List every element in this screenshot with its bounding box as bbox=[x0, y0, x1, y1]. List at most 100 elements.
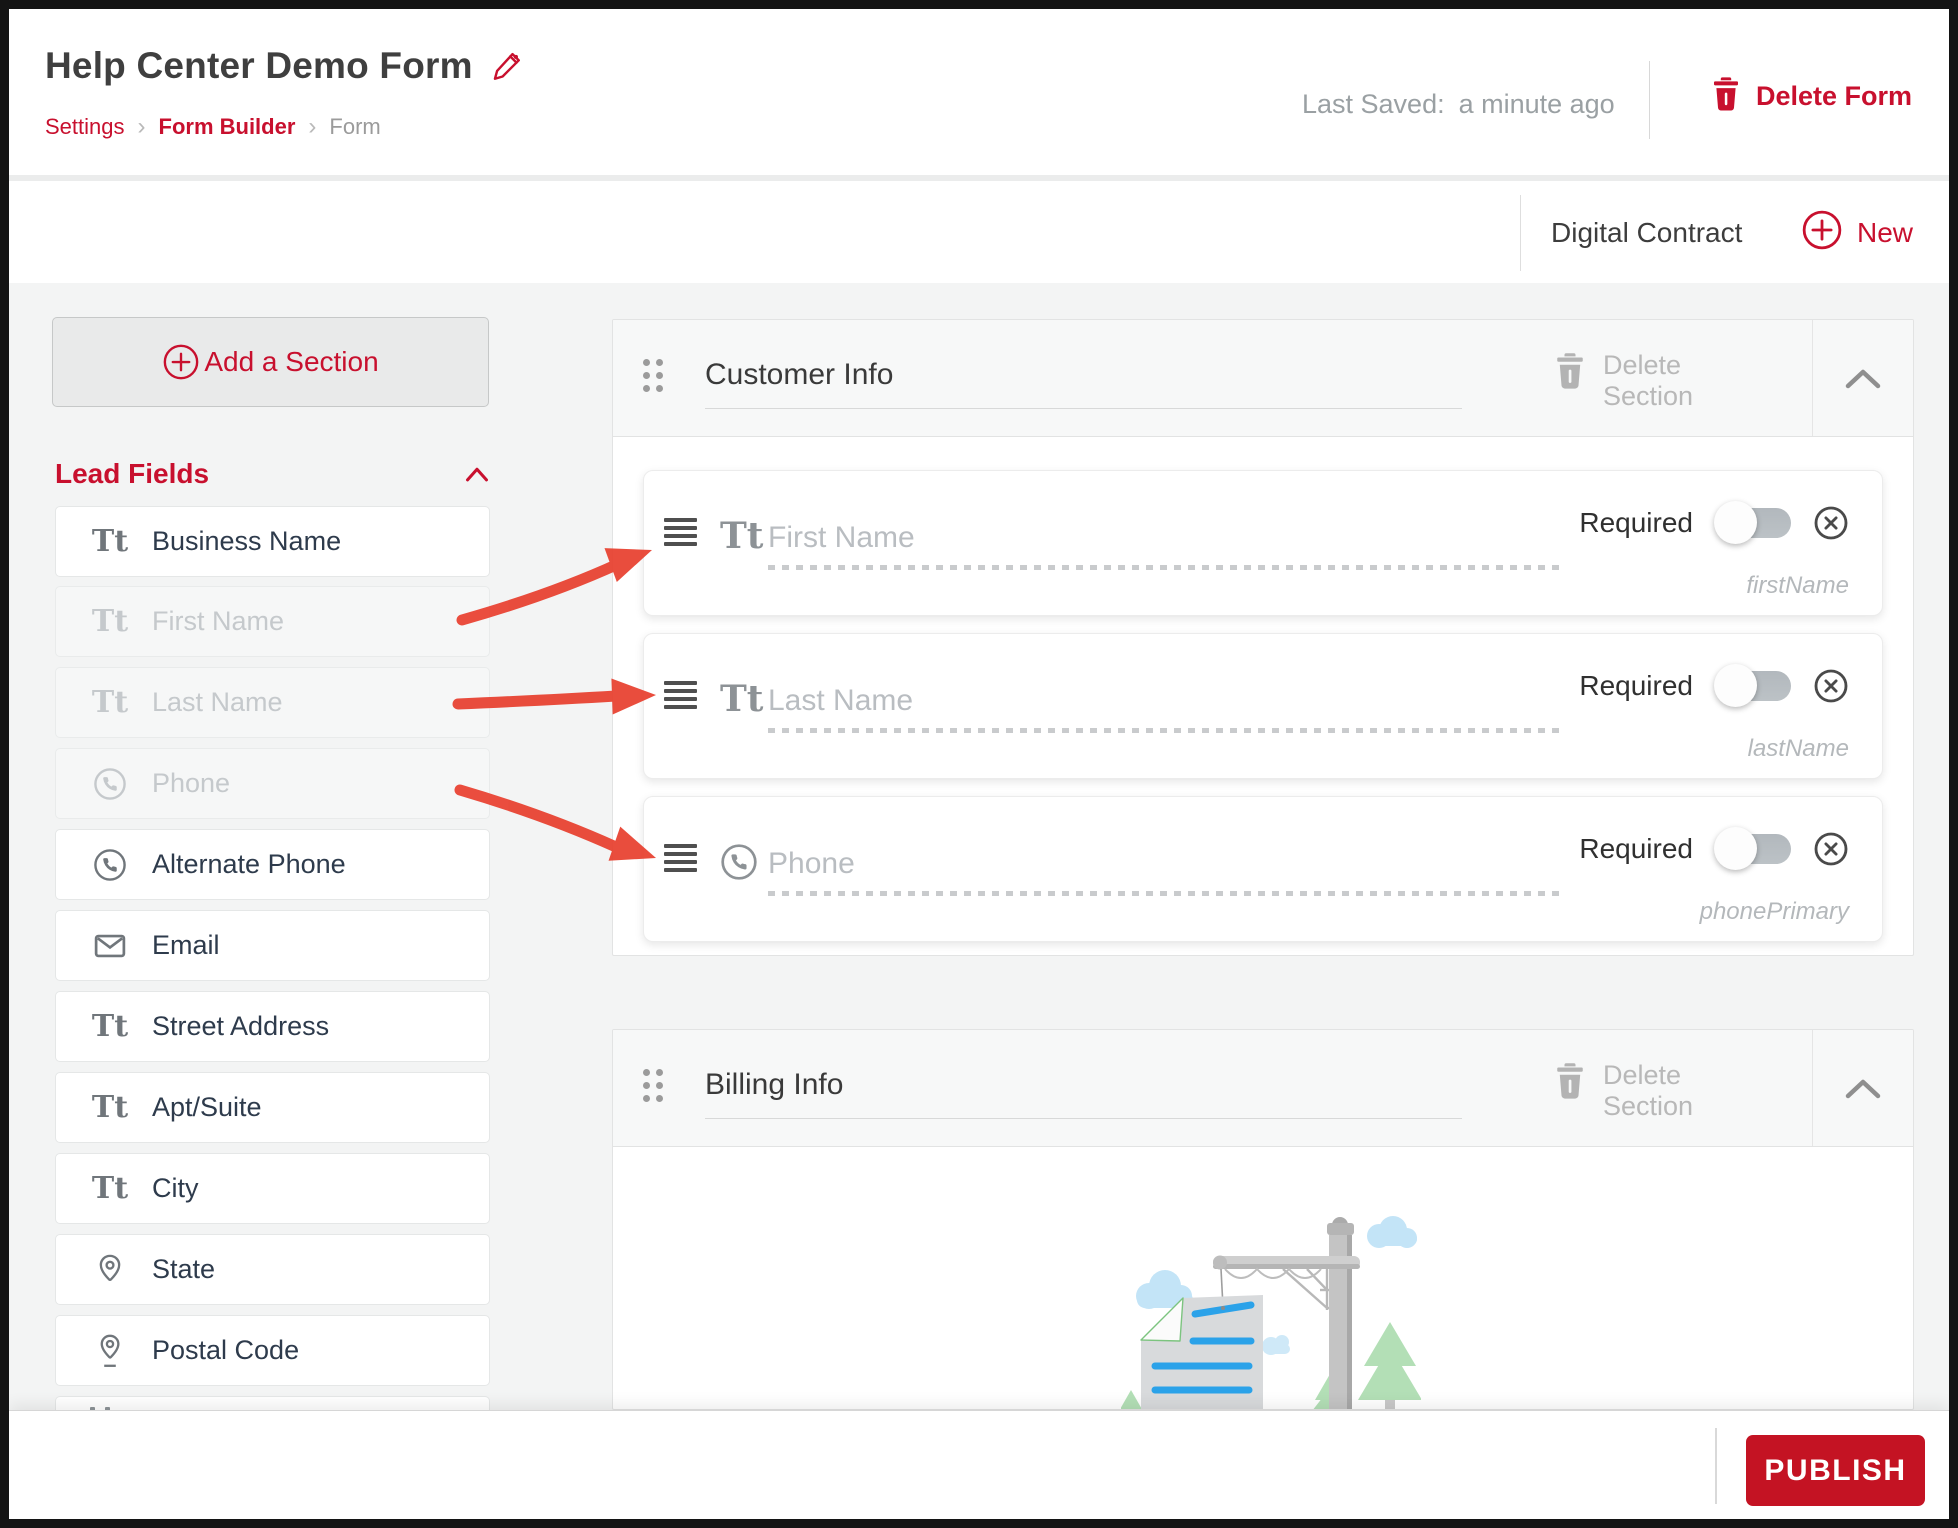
drag-handle-icon[interactable] bbox=[643, 359, 663, 392]
toggle-knob bbox=[1714, 501, 1757, 544]
remove-field-icon[interactable] bbox=[1813, 668, 1849, 704]
sidebar-item-email[interactable]: Email bbox=[55, 910, 490, 981]
field-card-phone: Phone Required phonePrimary bbox=[643, 796, 1883, 942]
collapse-section-chevron-icon[interactable] bbox=[1841, 1074, 1885, 1104]
tree-icon bbox=[1358, 1322, 1421, 1409]
sidebar-item-state[interactable]: State bbox=[55, 1234, 490, 1305]
breadcrumb-settings[interactable]: Settings bbox=[45, 114, 125, 140]
field-input-underline bbox=[768, 891, 1562, 896]
field-placeholder[interactable]: Last Name bbox=[768, 684, 913, 718]
delete-section-button[interactable]: Delete Section bbox=[1553, 350, 1693, 412]
sidebar-item-label: Email bbox=[152, 930, 220, 960]
text-icon: Tt bbox=[91, 684, 129, 720]
field-placeholder[interactable]: First Name bbox=[768, 521, 915, 555]
section-title-underline bbox=[705, 1118, 1462, 1119]
sidebar-item-apt-suite[interactable]: Tt Apt/Suite bbox=[55, 1072, 490, 1143]
field-key-label: firstName bbox=[1746, 572, 1849, 599]
last-saved-status: Last Saved: a minute ago bbox=[1302, 89, 1615, 120]
field-input-underline bbox=[768, 728, 1562, 733]
field-input-underline bbox=[768, 565, 1562, 570]
text-icon: Tt bbox=[91, 1089, 129, 1125]
cloud-icon bbox=[1367, 1216, 1417, 1248]
sidebar-item-street-address[interactable]: Tt Street Address bbox=[55, 991, 490, 1062]
remove-field-icon[interactable] bbox=[1813, 831, 1849, 867]
section-header-divider bbox=[1812, 320, 1813, 436]
chevron-up-icon bbox=[464, 464, 490, 484]
text-icon: Tt bbox=[720, 515, 764, 557]
lead-fields-label: Lead Fields bbox=[55, 458, 210, 489]
field-key-label: lastName bbox=[1747, 735, 1849, 762]
sidebar-item-first-name: Tt First Name bbox=[55, 586, 490, 657]
lead-fields-header[interactable]: Lead Fields bbox=[55, 458, 490, 490]
add-section-button[interactable]: Add a Section bbox=[52, 317, 489, 407]
map-pin-icon bbox=[90, 1253, 130, 1287]
section-billing-info: Billing Info Delete Section bbox=[612, 1029, 1914, 1410]
sidebar-item-phone: Phone bbox=[55, 748, 490, 819]
text-icon: Tt bbox=[91, 603, 129, 639]
plus-circle-icon bbox=[1801, 209, 1843, 256]
section-title-underline bbox=[705, 408, 1462, 409]
sidebar-item-partial bbox=[55, 1396, 490, 1411]
trash-icon bbox=[1710, 75, 1742, 118]
text-icon: Tt bbox=[91, 1170, 129, 1206]
field-card-first-name: Tt First Name Required firstName bbox=[643, 470, 1883, 616]
collapse-section-chevron-icon[interactable] bbox=[1841, 364, 1885, 394]
sidebar-item-city[interactable]: Tt City bbox=[55, 1153, 490, 1224]
required-label: Required bbox=[1579, 507, 1693, 538]
paper-icon bbox=[1140, 1295, 1263, 1409]
drag-handle-icon[interactable] bbox=[664, 844, 697, 872]
breadcrumb-form-builder[interactable]: Form Builder bbox=[159, 114, 296, 140]
edit-title-pencil-icon[interactable] bbox=[491, 49, 525, 83]
section-header: Customer Info Delete Section bbox=[613, 320, 1913, 437]
section-title[interactable]: Customer Info bbox=[705, 358, 893, 392]
page-title: Help Center Demo Form bbox=[45, 45, 473, 86]
field-placeholder[interactable]: Phone bbox=[768, 847, 855, 881]
required-toggle[interactable] bbox=[1714, 501, 1791, 544]
last-saved-label: Last Saved: bbox=[1302, 89, 1445, 119]
sidebar-item-label: Postal Code bbox=[152, 1335, 300, 1365]
field-card-last-name: Tt Last Name Required lastName bbox=[643, 633, 1883, 779]
toolbar-divider bbox=[1520, 195, 1521, 271]
plus-circle-icon bbox=[162, 343, 200, 381]
delete-section-button[interactable]: Delete Section bbox=[1553, 1060, 1693, 1122]
billing-illustration bbox=[1121, 1216, 1421, 1409]
footer-divider bbox=[1715, 1428, 1717, 1504]
text-icon: Tt bbox=[91, 523, 129, 559]
drag-handle-icon[interactable] bbox=[664, 681, 697, 709]
required-toggle[interactable] bbox=[1714, 664, 1791, 707]
section-header: Billing Info Delete Section bbox=[613, 1030, 1913, 1147]
sidebar-item-alternate-phone[interactable]: Alternate Phone bbox=[55, 829, 490, 900]
required-label: Required bbox=[1579, 670, 1693, 701]
sidebar-item-label: Business Name bbox=[152, 526, 342, 556]
form-builder-app: Help Center Demo Form Settings › Form Bu… bbox=[0, 0, 1958, 1528]
digital-contract-label: Digital Contract bbox=[1551, 217, 1743, 248]
required-toggle[interactable] bbox=[1714, 827, 1791, 870]
sidebar-item-label: City bbox=[152, 1173, 199, 1203]
breadcrumb-chevron-icon: › bbox=[137, 113, 146, 140]
sidebar-item-last-name: Tt Last Name bbox=[55, 667, 490, 738]
drag-handle-icon[interactable] bbox=[664, 518, 697, 546]
breadcrumb-form: Form bbox=[329, 114, 381, 139]
publish-button[interactable]: PUBLISH bbox=[1746, 1435, 1925, 1506]
text-icon: Tt bbox=[720, 678, 764, 720]
field-key-label: phonePrimary bbox=[1699, 898, 1849, 925]
delete-section-label: Delete Section bbox=[1603, 1060, 1694, 1121]
delete-form-button[interactable]: Delete Form bbox=[1710, 75, 1912, 118]
sidebar-item-label: Phone bbox=[152, 768, 231, 798]
new-contract-button[interactable]: New bbox=[1801, 209, 1913, 256]
last-saved-value: a minute ago bbox=[1458, 89, 1615, 119]
phone-icon bbox=[720, 837, 766, 887]
sidebar-item-postal-code[interactable]: Postal Code bbox=[55, 1315, 490, 1386]
required-label: Required bbox=[1579, 833, 1693, 864]
sidebar-item-label: State bbox=[152, 1254, 216, 1284]
delete-form-label: Delete Form bbox=[1756, 81, 1913, 111]
page-header: Help Center Demo Form Settings › Form Bu… bbox=[9, 9, 1949, 175]
section-title[interactable]: Billing Info bbox=[705, 1068, 843, 1102]
sidebar-item-label: Street Address bbox=[152, 1011, 330, 1041]
sidebar-item-business-name[interactable]: Tt Business Name bbox=[55, 506, 490, 577]
email-icon bbox=[90, 929, 130, 963]
sidebar-item-label: Apt/Suite bbox=[152, 1092, 262, 1122]
sidebar-item-label: First Name bbox=[152, 606, 285, 636]
drag-handle-icon[interactable] bbox=[643, 1069, 663, 1102]
remove-field-icon[interactable] bbox=[1813, 505, 1849, 541]
